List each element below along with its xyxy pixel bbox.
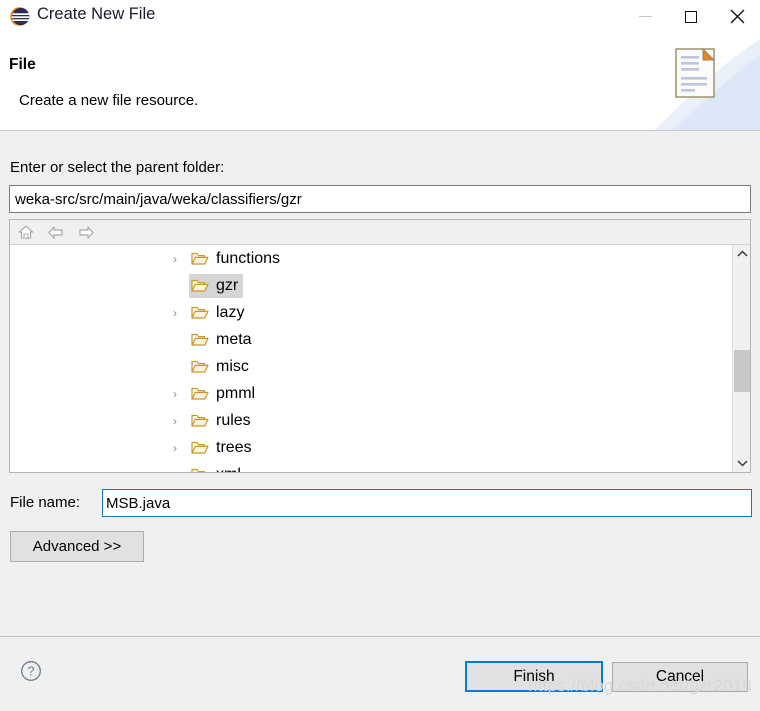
tree-toolbar: [10, 220, 750, 245]
tree-item-label: meta: [216, 330, 252, 348]
dialog-footer: ? Finish Cancel: [0, 636, 760, 711]
back-button[interactable]: [45, 222, 67, 242]
expand-chevron-icon[interactable]: ›: [173, 307, 185, 319]
cancel-button[interactable]: Cancel: [612, 662, 748, 692]
folder-icon: [191, 251, 209, 266]
tree-item-label: pmml: [216, 384, 256, 402]
help-icon: ?: [21, 661, 41, 681]
expand-chevron-icon[interactable]: ›: [173, 415, 185, 427]
tree-item-misc[interactable]: misc: [10, 353, 732, 380]
tree-item-meta[interactable]: meta: [10, 326, 732, 353]
eclipse-icon: [9, 6, 30, 27]
tree-item-label: misc: [216, 357, 249, 375]
tree-item-lazy[interactable]: › lazy: [10, 299, 732, 326]
folder-icon: [191, 440, 209, 455]
folder-tree-panel: › functions gzr › lazy meta misc › pmml › rules › tr…: [9, 219, 751, 473]
advanced-button[interactable]: Advanced >>: [10, 531, 144, 562]
tree-item-label: lazy: [216, 303, 245, 321]
chevron-down-icon: [736, 460, 748, 467]
tree-item-label: rules: [216, 411, 251, 429]
tree-item-label: trees: [216, 438, 252, 456]
tree-item-pmml[interactable]: › pmml: [10, 380, 732, 407]
tree-item-label: xml: [216, 466, 241, 473]
minimize-button[interactable]: [622, 0, 668, 33]
home-icon: [18, 225, 34, 239]
parent-folder-label: Enter or select the parent folder:: [10, 159, 225, 176]
folder-icon: [191, 359, 209, 374]
help-button[interactable]: ?: [20, 660, 42, 682]
tree-vertical-scrollbar[interactable]: [732, 245, 750, 472]
parent-folder-input[interactable]: [9, 185, 751, 213]
title-bar: Create New File: [0, 0, 760, 33]
header-banner: [654, 33, 760, 130]
close-icon: [730, 9, 744, 24]
forward-button[interactable]: [75, 222, 97, 242]
finish-button[interactable]: Finish: [465, 661, 603, 692]
window-controls: [622, 0, 760, 33]
maximize-icon: [685, 10, 697, 23]
close-button[interactable]: [714, 0, 760, 33]
chevron-up-icon: [736, 250, 748, 257]
folder-icon: [191, 278, 209, 293]
folder-icon: [191, 386, 209, 401]
page-subtitle: Create a new file resource.: [19, 92, 199, 109]
window-title: Create New File: [37, 5, 156, 23]
forward-arrow-icon: [79, 225, 94, 239]
tree-item-rules[interactable]: › rules: [10, 407, 732, 434]
file-name-input[interactable]: [102, 489, 752, 517]
file-name-label: File name:: [10, 494, 81, 511]
svg-text:?: ?: [28, 665, 35, 679]
folder-icon: [191, 413, 209, 428]
expand-chevron-icon[interactable]: ›: [173, 388, 185, 400]
scroll-up-button[interactable]: [733, 245, 751, 263]
tree-item-label: gzr: [216, 276, 239, 294]
tree-item-trees[interactable]: › trees: [10, 434, 732, 461]
expand-chevron-icon[interactable]: ›: [173, 442, 185, 454]
folder-icon: [191, 332, 209, 347]
tree-item-label: functions: [216, 249, 281, 267]
folder-icon: [191, 305, 209, 320]
tree-item-gzr[interactable]: gzr: [10, 272, 732, 299]
minimize-icon: [638, 16, 652, 17]
scroll-down-button[interactable]: [733, 454, 751, 472]
dialog-body: Enter or select the parent folder: weka-…: [0, 131, 760, 636]
home-button[interactable]: [15, 222, 37, 242]
maximize-button[interactable]: [668, 0, 714, 33]
expand-chevron-icon[interactable]: ›: [173, 253, 185, 265]
dialog-header: File Create a new file resource.: [0, 33, 760, 130]
page-title: File: [9, 56, 36, 73]
tree-item-functions[interactable]: › functions: [10, 245, 732, 272]
folder-icon: [191, 467, 209, 472]
scrollbar-thumb[interactable]: [734, 350, 750, 392]
back-arrow-icon: [48, 225, 63, 239]
tree-list[interactable]: › functions gzr › lazy meta misc › pmml › rules › tr…: [10, 245, 732, 472]
tree-item-xml[interactable]: xml: [10, 461, 732, 472]
